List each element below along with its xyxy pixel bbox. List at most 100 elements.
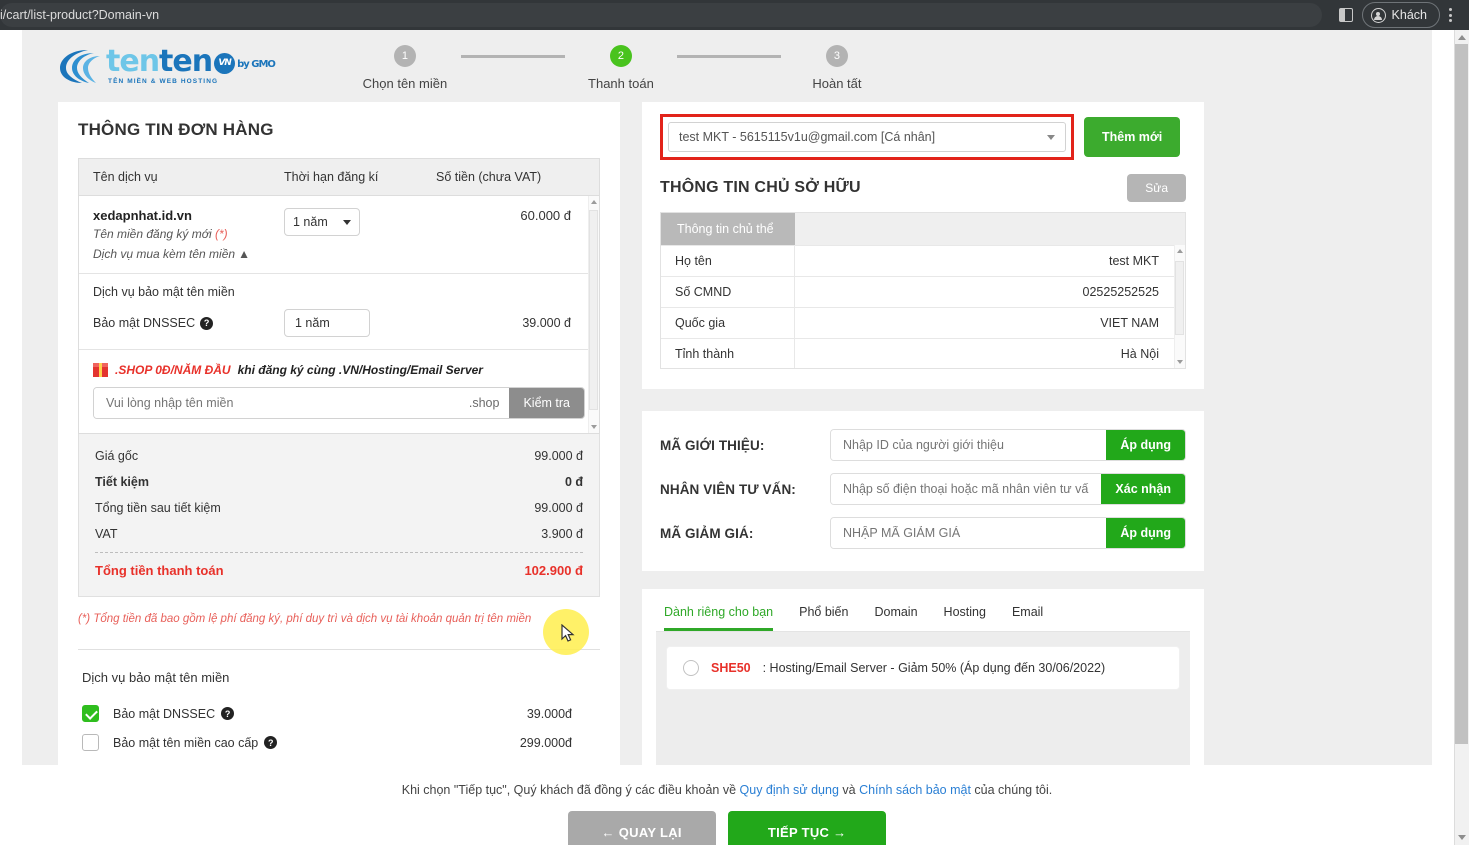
domain-amount: 60.000 đ [520,208,571,223]
referral-code-input[interactable] [831,430,1107,460]
promotion-tabs: Dành riêng cho bạn Phổ biến Domain Hosti… [656,601,1190,632]
shop-suffix: .shop [468,396,500,410]
owner-card: test MKT - 5615115v1u@gmail.com [Cá nhân… [642,102,1204,389]
logo-text-part2: ten [159,44,213,79]
addon-label-premium: Bảo mật tên miền cao cấp [113,735,259,750]
step-3-number: 3 [825,45,848,67]
dnssec-amount: 39.000 đ [522,316,571,330]
grand-total-label: Tổng tiền thanh toán [95,563,224,578]
tab-domain[interactable]: Domain [874,605,917,631]
browser-toolbar: i/cart/list-product?Domain-vn Khách [0,0,1469,30]
tab-popular[interactable]: Phổ biến [799,605,848,631]
back-button[interactable]: ← QUAY LẠI [567,811,716,845]
profile-button[interactable]: Khách [1361,2,1440,28]
step-choose-domain[interactable]: 1 Chọn tên miền [349,45,461,91]
addon-row-dnssec[interactable]: Bảo mật DNSSEC ? 39.000đ [78,699,600,728]
tab-email[interactable]: Email [1012,605,1043,631]
logo-by-gmo: by GMO [237,59,276,70]
addon-price-premium: 299.000đ [519,735,572,750]
kebab-menu-icon[interactable] [1440,8,1461,22]
step-1-label: Chọn tên miền [362,76,448,91]
side-panel-icon[interactable] [1332,3,1360,27]
owner-key-id: Số CMND [661,277,795,307]
footer-bar: Khi chọn "Tiếp tục", Quý khách đã đồng ý… [0,765,1454,845]
discount-apply-button[interactable]: Áp dụng [1106,518,1185,548]
required-mark: (*) [214,227,228,241]
addon-row-premium[interactable]: Bảo mật tên miền cao cấp ? 299.000đ [78,728,600,757]
site-logo[interactable]: tenten VN by GMO TÊN MIỀN & WEB HOSTING [58,44,276,85]
main-columns: THÔNG TIN ĐƠN HÀNG Tên dịch vụ Thời hạn … [22,102,1432,845]
total-label-vat: VAT [95,527,118,541]
account-select[interactable]: test MKT - 5615115v1u@gmail.com [Cá nhân… [668,122,1066,152]
col-header-service: Tên dịch vụ [93,170,158,184]
shop-domain-input[interactable] [94,388,459,418]
help-icon[interactable]: ? [264,736,278,750]
promo-radio[interactable] [683,660,699,676]
staff-code-label: NHÂN VIÊN TƯ VẤN: [660,481,796,497]
page-scrollbar-thumb[interactable] [1455,44,1468,744]
step-complete[interactable]: 3 Hoàn tất [781,45,893,91]
page-scrollbar[interactable] [1454,30,1469,845]
total-row-original: Giá gốc 99.000 đ [95,443,583,469]
continue-button[interactable]: TIẾP TỤC → [727,811,887,845]
help-icon[interactable]: ? [221,707,235,721]
promo-codes-card: MÃ GIỚI THIỆU: Áp dụng NHÂN VIÊN TƯ VẤN:… [642,411,1204,571]
table-row: Bảo mật DNSSEC ? 1 năm 39.000 đ [79,301,599,350]
scroll-down-arrow-icon[interactable] [1458,835,1466,840]
scroll-up-arrow-icon[interactable] [1458,35,1466,40]
step-payment[interactable]: 2 Thanh toán [565,45,677,91]
scroll-down-arrow-icon[interactable] [591,425,597,429]
add-new-owner-button[interactable]: Thêm mới [1084,117,1181,157]
terms-link-privacy[interactable]: Chính sách bảo mật [859,783,971,797]
terms-text-after: của chúng tôi. [970,783,1053,797]
scroll-up-arrow-icon[interactable] [1177,249,1183,253]
total-row-savings: Tiết kiệm 0 đ [95,469,583,495]
discount-code-input[interactable] [831,518,1107,548]
addon-toggle[interactable]: Dịch vụ mua kèm tên miền ▲ [93,247,284,261]
owner-table-scrollbar[interactable] [1174,245,1185,368]
grand-total-value: 102.900 đ [524,563,583,578]
total-label-original: Giá gốc [95,449,139,463]
security-group-label: Dịch vụ bảo mật tên miền [93,285,235,299]
total-value-savings: 0 đ [564,475,583,489]
dnssec-term-field[interactable]: 1 năm [284,309,370,337]
owner-value-province: Hà Nội [1120,347,1159,361]
checkbox-premium-protection[interactable] [82,734,99,752]
site-header: tenten VN by GMO TÊN MIỀN & WEB HOSTING 1 … [22,30,1432,102]
logo-vn-badge: VN [214,53,236,74]
grand-total-row: Tổng tiền thanh toán 102.900 đ [95,555,583,584]
owner-table-body: Họ tên test MKT Số CMND 02525252525 Quốc… [661,245,1185,368]
edit-owner-button[interactable]: Sửa [1127,174,1186,202]
staff-confirm-button[interactable]: Xác nhận [1101,474,1185,504]
logo-text-part1: ten [106,44,160,79]
referral-apply-button[interactable]: Áp dụng [1106,430,1185,460]
tab-hosting[interactable]: Hosting [944,605,986,631]
service-table-header: Tên dịch vụ Thời hạn đăng kí Số tiền (ch… [79,159,599,196]
domain-term-select[interactable]: 1 năm [284,208,360,236]
service-table-scrollbar[interactable] [588,196,599,433]
check-domain-button[interactable]: Kiểm tra [509,388,584,418]
chevron-down-icon [1047,134,1055,140]
owner-key-name: Họ tên [661,246,795,276]
owner-title: THÔNG TIN CHỦ SỞ HỮU [660,179,861,196]
scroll-up-arrow-icon[interactable] [591,200,597,204]
staff-code-input[interactable] [831,474,1102,504]
scrollbar-thumb[interactable] [1175,261,1184,335]
table-row: xedapnhat.id.vn Tên miền đăng ký mới (*)… [79,196,599,274]
scrollbar-thumb[interactable] [589,210,598,410]
dnssec-term-value: 1 năm [295,316,330,330]
addon-price-dnssec: 39.000đ [526,706,572,721]
scroll-down-arrow-icon[interactable] [1177,360,1183,364]
tab-for-you[interactable]: Dành riêng cho bạn [664,605,774,631]
terms-link-usage[interactable]: Quy định sử dụng [740,783,839,797]
col-header-amount: Số tiền (chưa VAT) [436,170,542,184]
address-bar[interactable]: i/cart/list-product?Domain-vn [0,3,1322,27]
total-row-vat: VAT 3.900 đ [95,521,583,547]
shop-promo-highlight: .SHOP 0Đ/NĂM ĐẦU [115,362,231,377]
help-icon[interactable]: ? [200,316,214,330]
checkbox-dnssec[interactable] [82,705,99,723]
list-item[interactable]: SHE50 : Hosting/Email Server - Giảm 50% … [666,646,1180,690]
section-divider [78,649,600,651]
profile-label: Khách [1391,8,1427,22]
account-icon [1370,7,1386,23]
